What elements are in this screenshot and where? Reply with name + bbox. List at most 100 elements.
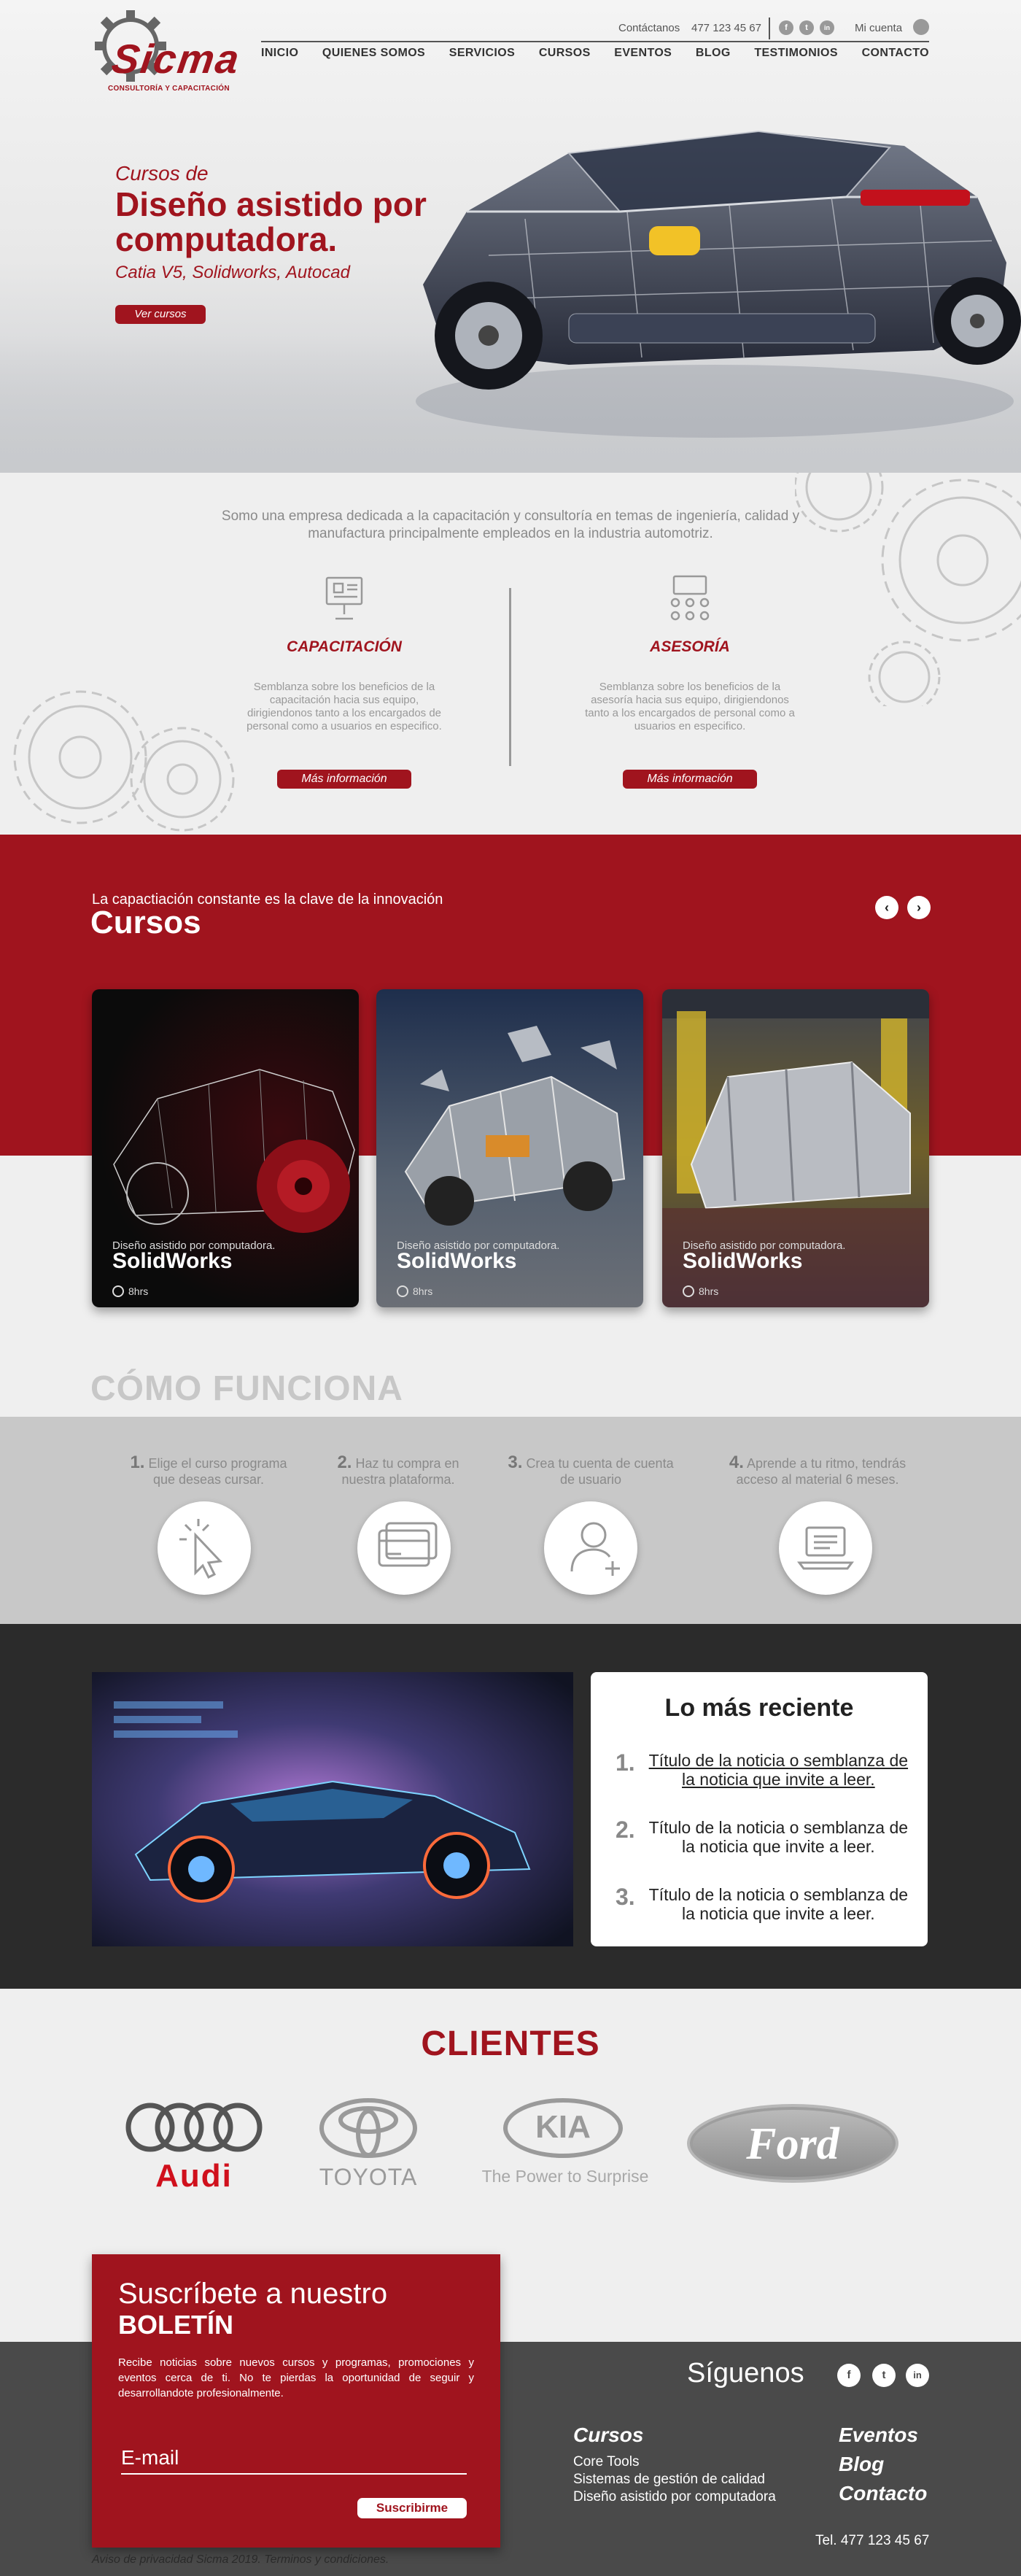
- twitter-icon[interactable]: t: [872, 2364, 896, 2387]
- nav-item-quienes-somos[interactable]: QUIENES SOMOS: [322, 47, 425, 60]
- cursor-click-icon: [179, 1519, 223, 1579]
- news-item[interactable]: 2. Título de la noticia o semblanza de l…: [616, 1818, 915, 1856]
- step-number: 3.: [508, 1453, 523, 1472]
- news-item[interactable]: 3. Título de la noticia o semblanza de l…: [616, 1885, 915, 1923]
- view-courses-button[interactable]: Ver cursos: [115, 305, 206, 324]
- intro-text: Somo una empresa dedicada a la capacitac…: [221, 508, 800, 541]
- news-link[interactable]: Título de la noticia o semblanza de la n…: [643, 1885, 915, 1923]
- how-it-works-title: CÓMO FUNCIONA: [90, 1369, 403, 1408]
- intro-section: Somo una empresa dedicada a la capacitac…: [0, 473, 1021, 835]
- footer-course-link[interactable]: Sistemas de gestión de calidad: [573, 2472, 765, 2488]
- nav-item-blog[interactable]: BLOG: [696, 47, 731, 60]
- step-number: 4.: [729, 1453, 744, 1472]
- footer-course-link[interactable]: Diseño asistido por computadora: [573, 2489, 776, 2505]
- email-field[interactable]: [121, 2442, 467, 2475]
- audi-rings-icon: [125, 2103, 263, 2152]
- nav-item-cursos[interactable]: CURSOS: [539, 47, 591, 60]
- top-bar: Contáctanos 477 123 45 67 f t in Mi cuen…: [0, 18, 1021, 39]
- recent-news-box: Lo más reciente 1. Título de la noticia …: [591, 1672, 928, 1946]
- newsletter-title: Suscríbete a nuestro: [118, 2278, 388, 2310]
- nav-item-inicio[interactable]: INICIO: [261, 47, 298, 60]
- step-3-circle: [544, 1501, 637, 1595]
- step-2-circle: [357, 1501, 451, 1595]
- service-title: ASESORÍA: [650, 638, 730, 655]
- hero-pretitle: Cursos de: [115, 162, 209, 185]
- page: Cursos de Diseño asistido por computador…: [0, 0, 1021, 2576]
- account-link[interactable]: Mi cuenta: [855, 22, 902, 34]
- footer-course-link[interactable]: Core Tools: [573, 2454, 639, 2470]
- step-text-line: de usuario: [559, 1472, 622, 1487]
- step-number: 1.: [130, 1453, 145, 1472]
- service-capacitacion: CAPACITACIÓN Semblanza sobre los benefic…: [213, 573, 475, 789]
- more-info-button[interactable]: Más información: [277, 770, 411, 789]
- clock-icon: [397, 1285, 408, 1297]
- course-card[interactable]: Diseño asistido por computadora. SolidWo…: [92, 989, 359, 1307]
- hero-car-illustration: [416, 130, 1021, 438]
- recent-feature-image[interactable]: [92, 1672, 573, 1946]
- facebook-icon[interactable]: f: [837, 2364, 861, 2387]
- linkedin-icon[interactable]: in: [820, 20, 834, 35]
- contact-phone[interactable]: 477 123 45 67: [691, 22, 761, 34]
- service-title: CAPACITACIÓN: [287, 638, 402, 655]
- step-text-line: nuestra plataforma.: [341, 1472, 455, 1487]
- footer-courses-title[interactable]: Cursos: [573, 2424, 643, 2447]
- step-text-line: Haz tu compra en: [355, 1456, 459, 1471]
- user-icon[interactable]: [913, 19, 929, 35]
- clock-icon: [112, 1285, 124, 1297]
- footer-link-blog[interactable]: Blog: [839, 2453, 884, 2476]
- footer-link-eventos[interactable]: Eventos: [839, 2424, 918, 2447]
- step-number: 2.: [337, 1453, 352, 1472]
- twitter-icon[interactable]: t: [799, 20, 814, 35]
- news-link[interactable]: Título de la noticia o semblanza de la n…: [643, 1751, 915, 1789]
- gears-decoration-right: [795, 473, 1021, 706]
- client-name: TOYOTA: [319, 2164, 418, 2190]
- more-info-button[interactable]: Más información: [623, 770, 757, 789]
- news-item[interactable]: 1. Título de la noticia o semblanza de l…: [616, 1751, 915, 1789]
- course-card-hours: 8hrs: [413, 1285, 433, 1297]
- hero-subtitle: Catia V5, Solidworks, Autocad: [115, 263, 350, 282]
- footer-phone: Tel. 477 123 45 67: [815, 2533, 930, 2548]
- course-card-hours: 8hrs: [699, 1285, 719, 1297]
- clients-title: CLIENTES: [421, 2024, 600, 2063]
- course-card-hours: 8hrs: [128, 1285, 149, 1297]
- newsletter-description: Recibe noticias sobre nuevos cursos y pr…: [118, 2356, 474, 2399]
- privacy-link[interactable]: Aviso de privacidad Sicma 2019. Terminos…: [92, 2553, 389, 2567]
- facebook-icon[interactable]: f: [779, 20, 793, 35]
- step-text-line: acceso al material 6 meses.: [736, 1472, 899, 1487]
- audience-icon: [670, 575, 710, 621]
- logo-tagline: CONSULTORÍA Y CAPACITACIÓN: [108, 85, 230, 93]
- course-card[interactable]: Diseño asistido por computadora. SolidWo…: [376, 989, 643, 1307]
- follow-us-label: Síguenos: [687, 2358, 804, 2389]
- nav-item-testimonios[interactable]: TESTIMONIOS: [754, 47, 838, 60]
- course-card-title: SolidWorks: [112, 1249, 233, 1273]
- footer-link-contacto[interactable]: Contacto: [839, 2482, 927, 2505]
- nav-item-servicios[interactable]: SERVICIOS: [449, 47, 515, 60]
- client-logo-kia: KIA The Power to Surprise: [467, 2097, 664, 2192]
- step-4-circle: [779, 1501, 872, 1595]
- subscribe-button[interactable]: Suscribirme: [357, 2498, 467, 2518]
- newsletter-box: Suscríbete a nuestro BOLETÍN Recibe noti…: [92, 2254, 500, 2548]
- linkedin-icon[interactable]: in: [906, 2364, 929, 2387]
- nav-item-eventos[interactable]: EVENTOS: [614, 47, 672, 60]
- gears-decoration-left: [13, 690, 235, 832]
- step-text-line: Crea tu cuenta de cuenta: [526, 1456, 674, 1471]
- presentation-icon: [325, 576, 363, 620]
- recent-title: Lo más reciente: [664, 1694, 854, 1722]
- step-4: 4. Aprende a tu ritmo, tendrás acceso al…: [704, 1453, 931, 1488]
- news-link[interactable]: Título de la noticia o semblanza de la n…: [643, 1818, 915, 1856]
- carousel-next-button[interactable]: ›: [907, 896, 931, 919]
- course-card[interactable]: Diseño asistido por computadora. SolidWo…: [662, 989, 929, 1307]
- step-3: 3. Crea tu cuenta de cuenta de usuario: [481, 1453, 700, 1488]
- toyota-emblem-icon: [319, 2098, 417, 2158]
- contact-label[interactable]: Contáctanos: [618, 22, 680, 34]
- services-divider: [509, 588, 511, 766]
- client-tagline: The Power to Surprise: [481, 2167, 649, 2186]
- main-nav: INICIO QUIENES SOMOS SERVICIOS CURSOS EV…: [261, 47, 929, 60]
- carousel-prev-button[interactable]: ‹: [875, 896, 898, 919]
- nav-divider: [261, 41, 929, 42]
- nav-item-contacto[interactable]: CONTACTO: [862, 47, 929, 60]
- news-number: 3.: [616, 1884, 635, 1910]
- course-card-title: SolidWorks: [683, 1249, 803, 1273]
- news-number: 2.: [616, 1817, 635, 1843]
- client-logo-toyota: TOYOTA: [314, 2097, 423, 2192]
